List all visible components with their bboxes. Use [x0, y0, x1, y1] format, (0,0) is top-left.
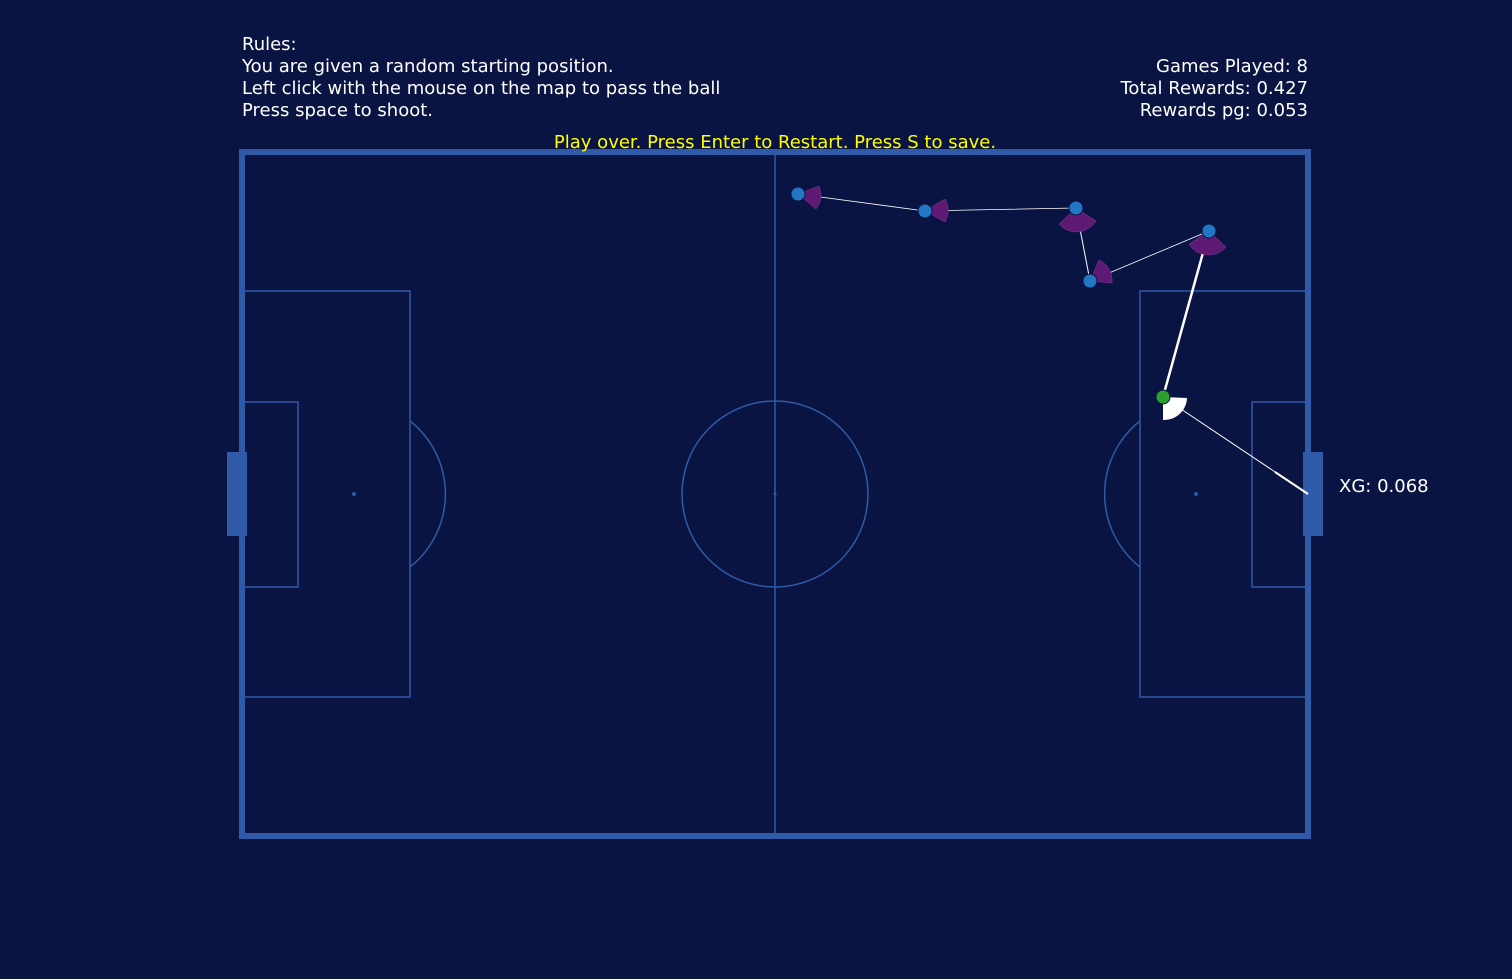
- player-marker: [917, 203, 933, 219]
- game-screen: Rules: You are given a random starting p…: [0, 0, 1512, 979]
- left-penalty-spot: [352, 492, 356, 496]
- right-goal-area: [1251, 401, 1309, 588]
- left-penalty-area: [241, 290, 411, 698]
- center-spot: [773, 492, 777, 496]
- left-penalty-arc: [409, 420, 447, 568]
- left-goal-area: [241, 401, 299, 588]
- right-penalty-area: [1139, 290, 1309, 698]
- right-penalty-spot: [1194, 492, 1198, 496]
- right-goal: [1303, 452, 1323, 536]
- player-marker: [1082, 273, 1098, 289]
- left-goal: [227, 452, 247, 536]
- xg-label: XG: 0.068: [1339, 476, 1429, 497]
- player-marker: [790, 186, 806, 202]
- player-marker: [1201, 223, 1217, 239]
- pass-line: [1161, 230, 1211, 398]
- ball-carrier-marker: [1155, 389, 1171, 405]
- play-status-message: Play over. Press Enter to Restart. Press…: [553, 132, 997, 153]
- player-marker: [1068, 200, 1084, 216]
- right-penalty-arc: [1103, 420, 1141, 568]
